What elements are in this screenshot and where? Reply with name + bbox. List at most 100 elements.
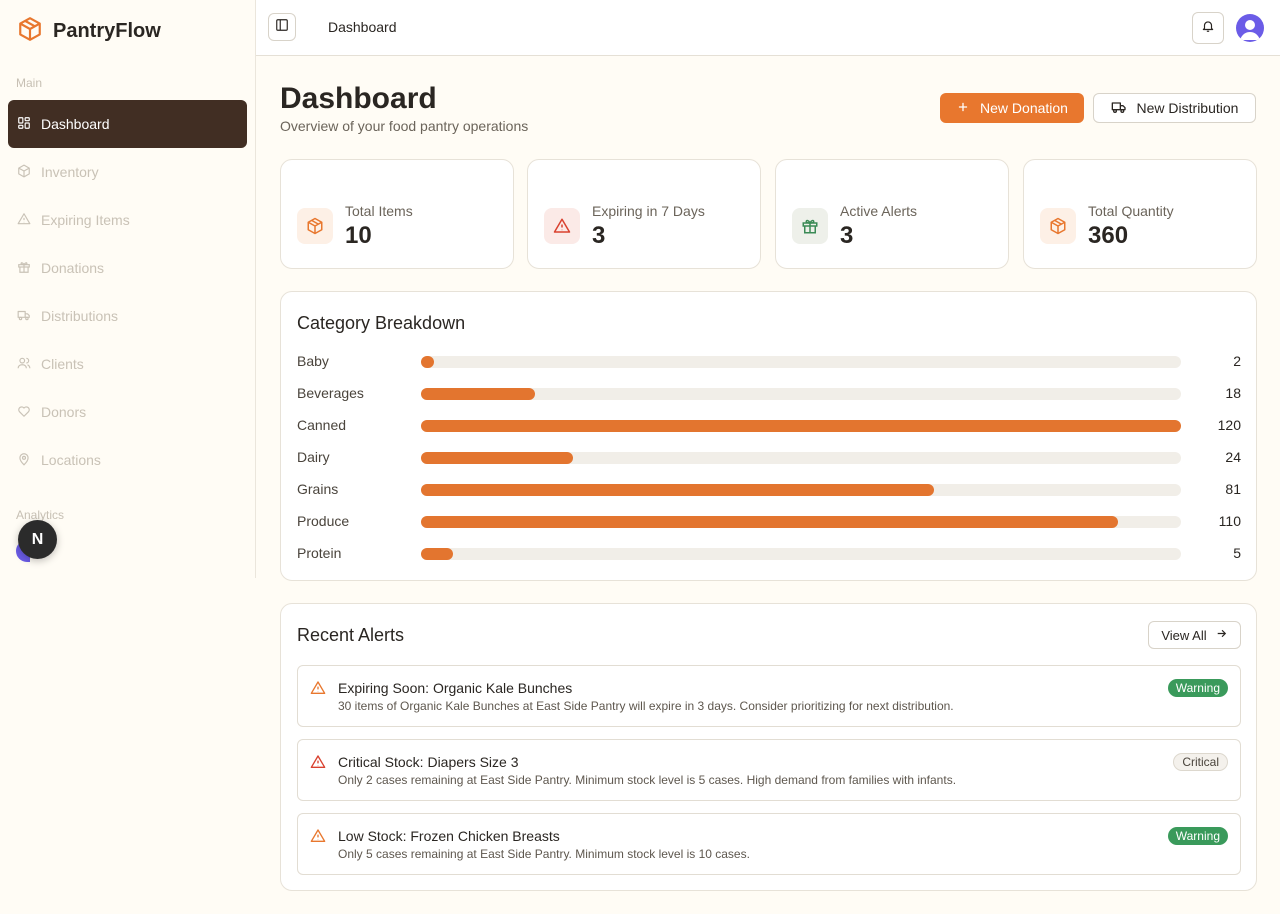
truck-icon: [17, 308, 31, 325]
new-distribution-button[interactable]: New Distribution: [1093, 93, 1256, 123]
view-all-button[interactable]: View All: [1148, 621, 1241, 649]
dev-tools-button[interactable]: N: [18, 520, 57, 559]
category-row: Beverages 18: [297, 384, 1241, 404]
arrow-right-icon: [1215, 627, 1228, 643]
alert-title: Low Stock: Frozen Chicken Breasts: [338, 828, 560, 844]
section-label-main: Main: [16, 76, 43, 90]
alert-message: 30 items of Organic Kale Bunches at East…: [338, 699, 954, 713]
sidebar-item-label: Donors: [41, 404, 87, 420]
sidebar-item-locations[interactable]: Locations: [8, 436, 247, 484]
category-bar-track: [421, 420, 1181, 432]
sidebar-toggle-button[interactable]: [268, 13, 296, 41]
alert-triangle-icon: [544, 208, 580, 244]
stat-value: 360: [1088, 222, 1129, 249]
sidebar-item-inventory[interactable]: Inventory: [8, 148, 247, 196]
users-icon: [17, 356, 31, 373]
stat-label: Expiring in 7 Days: [592, 203, 705, 219]
card-title: Category Breakdown: [297, 313, 466, 333]
package-icon: [17, 164, 31, 181]
alert-triangle-icon: [310, 828, 326, 849]
alert-item[interactable]: Critical Stock: Diapers Size 3 Only 2 ca…: [297, 739, 1241, 801]
category-name: Produce: [297, 513, 350, 529]
category-bar-track: [421, 548, 1181, 560]
category-name: Protein: [297, 545, 342, 561]
category-value: 81: [1225, 481, 1241, 497]
topbar: Dashboard: [256, 0, 1280, 56]
category-bar-fill: [421, 356, 434, 368]
category-value: 110: [1218, 513, 1241, 529]
stat-value: 3: [840, 222, 854, 249]
category-bar-track: [421, 452, 1181, 464]
new-donation-button[interactable]: New Donation: [940, 93, 1084, 123]
sidebar-item-dashboard[interactable]: Dashboard: [8, 100, 247, 148]
category-name: Dairy: [297, 449, 330, 465]
category-value: 2: [1233, 353, 1241, 369]
status-badge: Critical: [1173, 753, 1228, 771]
stat-label: Total Quantity: [1088, 203, 1174, 219]
alert-triangle-icon: [310, 680, 326, 701]
page-subtitle: Overview of your food pantry operations: [280, 118, 529, 134]
alert-item[interactable]: Expiring Soon: Organic Kale Bunches 30 i…: [297, 665, 1241, 727]
sidebar-item-label: Inventory: [41, 164, 99, 180]
plus-icon: [956, 100, 970, 117]
stat-label: Active Alerts: [840, 203, 918, 219]
sidebar-item-donations[interactable]: Donations: [8, 244, 247, 292]
alert-triangle-icon: [17, 212, 31, 229]
brand[interactable]: PantryFlow: [17, 16, 161, 47]
package-icon: [17, 16, 43, 47]
category-bar-fill: [421, 420, 1181, 432]
sidebar-item-donors[interactable]: Donors: [8, 388, 247, 436]
notifications-button[interactable]: [1192, 12, 1224, 44]
new-donation-label: New Donation: [980, 100, 1068, 116]
stat-card-active-alerts: Active Alerts 3: [775, 159, 1009, 269]
sidebar-item-label: Dashboard: [41, 116, 110, 132]
sidebar-item-expiring-items[interactable]: Expiring Items: [8, 196, 247, 244]
category-value: 18: [1225, 385, 1241, 401]
category-value: 120: [1217, 417, 1241, 433]
alert-triangle-icon: [310, 754, 326, 775]
alert-title: Expiring Soon: Organic Kale Bunches: [338, 680, 573, 696]
brand-name: PantryFlow: [53, 20, 161, 42]
stat-card-total-items: Total Items 10: [280, 159, 514, 269]
category-name: Beverages: [297, 385, 364, 401]
category-row: Baby 2: [297, 352, 1241, 372]
category-name: Baby: [297, 353, 329, 369]
stat-card-total-quantity: Total Quantity 360: [1023, 159, 1257, 269]
avatar[interactable]: [1236, 14, 1264, 42]
card-title: Recent Alerts: [297, 625, 405, 645]
view-all-label: View All: [1161, 627, 1207, 643]
category-bar-fill: [421, 516, 1118, 528]
map-pin-icon: [17, 452, 31, 469]
sidebar-item-label: Locations: [41, 452, 101, 468]
sidebar-nav: Dashboard Inventory Expiring Items Donat…: [8, 100, 247, 484]
sidebar: PantryFlow Main Dashboard Inventory Expi…: [0, 0, 256, 578]
alert-message: Only 2 cases remaining at East Side Pant…: [338, 773, 957, 787]
alert-item[interactable]: Low Stock: Frozen Chicken Breasts Only 5…: [297, 813, 1241, 875]
recent-alerts-card: Recent Alerts View All Expiring Soon: Or…: [280, 603, 1257, 891]
heart-icon: [17, 404, 31, 421]
alert-message: Only 5 cases remaining at East Side Pant…: [338, 847, 750, 861]
bell-icon: [1201, 19, 1215, 38]
gift-icon: [792, 208, 828, 244]
status-badge: Warning: [1167, 827, 1228, 845]
page-title: Dashboard: [280, 82, 437, 115]
sidebar-item-clients[interactable]: Clients: [8, 340, 247, 388]
sidebar-item-distributions[interactable]: Distributions: [8, 292, 247, 340]
topbar-title: Dashboard: [328, 19, 397, 35]
package-icon: [1040, 208, 1076, 244]
sidebar-toggle-icon: [275, 18, 289, 37]
category-bar-track: [421, 484, 1181, 496]
category-value: 24: [1225, 449, 1241, 465]
status-badge: Warning: [1167, 679, 1228, 697]
category-name: Canned: [297, 417, 347, 433]
package-icon: [297, 208, 333, 244]
category-bar-fill: [421, 388, 535, 400]
category-bar-fill: [421, 548, 453, 560]
dashboard-icon: [17, 116, 31, 133]
sidebar-item-label: Distributions: [41, 308, 119, 324]
new-distribution-label: New Distribution: [1136, 100, 1239, 116]
sidebar-item-label: Expiring Items: [41, 212, 130, 228]
stat-value: 10: [345, 222, 372, 249]
sidebar-item-label: Clients: [41, 356, 84, 372]
sidebar-item-label: Donations: [41, 260, 105, 276]
